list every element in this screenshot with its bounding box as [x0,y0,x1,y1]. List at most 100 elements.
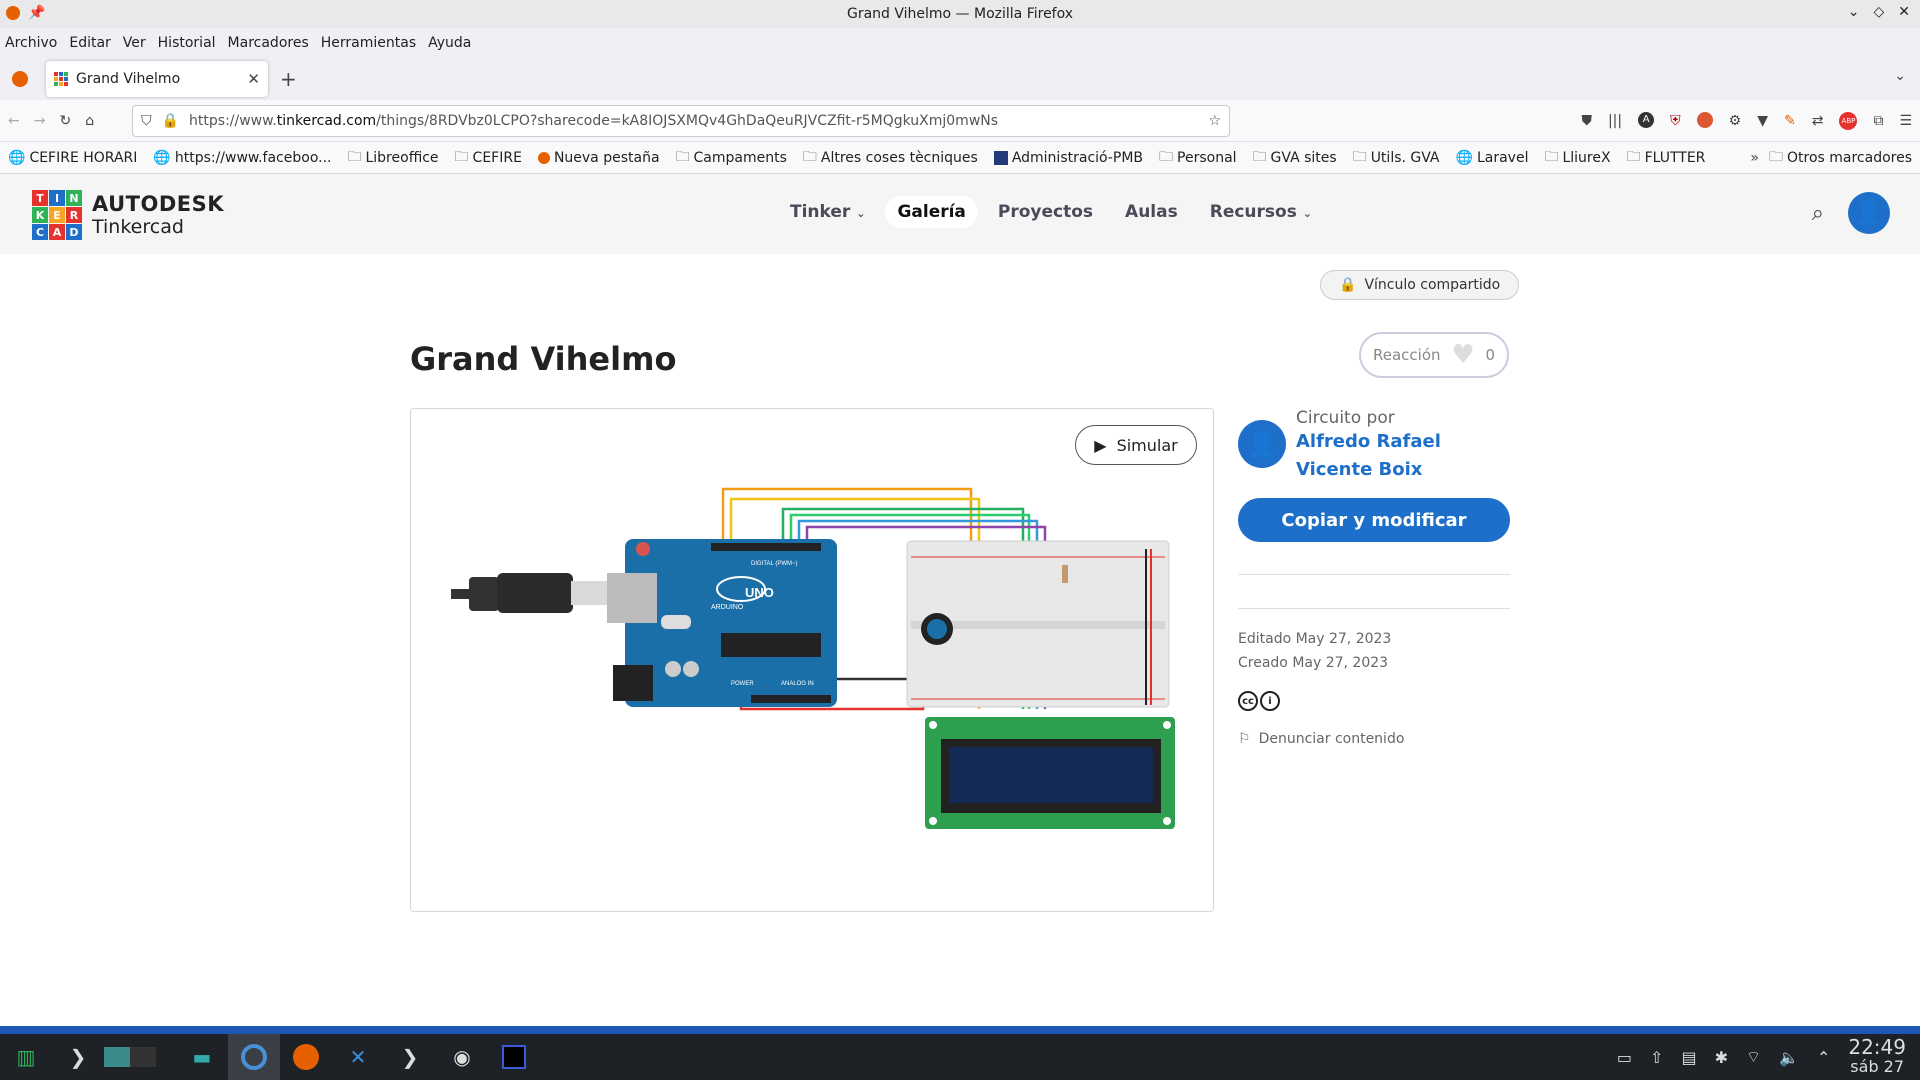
menu-herramientas[interactable]: Herramientas [321,35,416,51]
logo-letter: E [49,207,65,223]
forward-icon[interactable]: → [34,113,46,129]
list-all-tabs-icon[interactable]: ⌄ [1894,68,1906,84]
bookmark-item[interactable]: 🗀 FLUTTER [1627,146,1706,170]
pocket-icon[interactable]: ⛊ [1581,112,1592,130]
bookmark-item[interactable]: 🗀 Altres coses tècniques [803,146,978,170]
terminal-icon[interactable]: ❯ [384,1034,436,1080]
tinkercad-logo[interactable]: T I N K E R C A D AUTODESK Tinkercad [32,190,224,240]
menu-ver[interactable]: Ver [123,35,146,51]
adblock-icon[interactable]: ABP [1839,111,1858,130]
bookmark-item[interactable]: 🗀 Utils. GVA [1353,146,1440,170]
folder-icon: 🗀 [1768,148,1783,165]
reaction-button[interactable]: Reacción ♥ 0 [1359,332,1509,378]
user-avatar[interactable]: 👤 [1848,192,1890,234]
file-manager-icon[interactable]: ▬ [176,1034,228,1080]
heart-icon: ♥ [1451,340,1475,370]
nav-aulas[interactable]: Aulas [1113,196,1190,228]
tab-title: Grand Vihelmo [76,71,181,87]
bookmark-item[interactable]: 🌐 Laravel [1456,150,1529,166]
account-icon[interactable]: A [1638,111,1655,128]
shared-link-badge[interactable]: 🔒 Vínculo compartido [1320,270,1520,300]
bluetooth-icon[interactable]: ✱ [1715,1048,1728,1067]
extension-badge-icon[interactable]: ✎ [1784,112,1796,130]
search-icon[interactable]: ⌕ [1812,201,1824,226]
author-link[interactable]: Alfredo Rafael Vicente Boix [1296,428,1510,484]
app-icon[interactable]: ◉ [436,1034,488,1080]
chromium-icon[interactable] [228,1034,280,1080]
bookmark-label: GVA sites [1270,149,1337,166]
bookmark-item[interactable]: 🗀 CEFIRE [455,146,522,170]
start-menu-icon[interactable]: ▥ [0,1034,52,1080]
minimize-icon[interactable]: ⌄ [1848,4,1860,20]
terminal-icon[interactable]: ❯ [52,1034,104,1080]
close-icon[interactable]: ✕ [1898,4,1910,20]
vscode-icon[interactable]: ✕ [332,1034,384,1080]
menu-historial[interactable]: Historial [158,35,216,51]
cc-icon: cc [1238,691,1258,711]
bookmark-label: CEFIRE HORARI [29,149,138,166]
new-tab-icon[interactable]: + [280,67,297,91]
bookmark-item[interactable]: 🗀 LliureX [1544,146,1610,170]
circuit-viewer[interactable]: ▶ Simular UNO ARDUINO DIGITAL (PWM~) POW… [410,408,1214,912]
copy-and-modify-button[interactable]: Copiar y modificar [1238,498,1510,542]
tray-expand-icon[interactable]: ⌃ [1817,1048,1830,1067]
updates-icon[interactable]: ⇧ [1650,1048,1663,1067]
sync-icon[interactable]: ⇄ [1812,112,1824,130]
nav-recursos[interactable]: Recursos ⌄ [1198,196,1324,228]
other-bookmarks[interactable]: 🗀 Otros marcadores [1769,146,1912,170]
tab-close-icon[interactable]: ✕ [247,70,260,88]
bookmark-item[interactable]: 🗀 Campaments [676,146,787,170]
url-bar[interactable]: ⛉ 🔒 https://www.tinkercad.com/things/8RD… [132,104,1231,137]
menu-marcadores[interactable]: Marcadores [228,35,309,51]
firefox-taskbar-icon[interactable] [280,1034,332,1080]
extension-icon[interactable]: ⚙ [1729,112,1742,130]
menu-archivo[interactable]: Archivo [5,35,57,51]
url-text[interactable]: https://www.tinkercad.com/things/8RDVbz0… [189,113,998,129]
brand-autodesk: AUTODESK [92,192,225,216]
clock[interactable]: 22:49 sáb 27 [1848,1037,1906,1077]
workspace-switcher-icon[interactable] [104,1034,156,1080]
nav-galeria[interactable]: Galería [885,196,978,228]
pin-icon[interactable]: 📌 [28,5,45,21]
bookmark-star-icon[interactable]: ☆ [1209,113,1222,129]
author-avatar[interactable]: 👤 [1238,420,1286,468]
license-icons[interactable]: cc i [1238,691,1510,711]
tab-grand-vihelmo[interactable]: Grand Vihelmo ✕ [46,61,268,97]
bookmark-label: Libreoffice [365,149,439,166]
clipboard-icon[interactable]: ▤ [1681,1048,1696,1067]
menu-ayuda[interactable]: Ayuda [428,35,471,51]
back-icon[interactable]: ← [8,113,20,129]
bookmark-item[interactable]: 🌐 https://www.faceboo... [153,150,331,166]
nav-proyectos[interactable]: Proyectos [986,196,1105,228]
ublock-icon[interactable]: ⛨ [1670,112,1681,130]
report-content-link[interactable]: ⚐ Denunciar contenido [1238,731,1510,747]
nav-label: Tinker [790,202,851,222]
bookmark-item[interactable]: 🌐 CEFIRE HORARI [8,150,137,166]
menu-editar[interactable]: Editar [69,35,110,51]
bookmark-item[interactable]: Nueva pestaña [537,150,660,166]
firefox-view-icon[interactable] [12,71,28,87]
library-icon[interactable]: ||| [1608,112,1622,130]
volume-icon[interactable]: 🔈 [1779,1048,1799,1067]
home-icon[interactable]: ⌂ [85,113,94,129]
reload-icon[interactable]: ↻ [59,113,71,129]
bookmark-item[interactable]: Administració-PMB [993,149,1144,166]
shield-icon[interactable]: ⛉ [141,113,152,129]
bookmark-item[interactable]: 🗀 Personal [1159,146,1237,170]
bookmark-item[interactable]: 🗀 GVA sites [1253,146,1337,170]
wifi-icon[interactable]: ⌔ [1746,1047,1761,1067]
bookmark-label: Administració-PMB [1011,149,1144,166]
bookmark-item[interactable]: 🗀 Libreoffice [347,146,438,170]
intellij-icon[interactable] [488,1034,540,1080]
more-bookmarks-icon[interactable]: » [1750,146,1759,170]
downloads-icon[interactable]: ▼ [1757,112,1768,130]
extensions-icon[interactable]: ⧉ [1873,112,1883,130]
nav-tinker[interactable]: Tinker ⌄ [778,196,877,228]
show-desktop-icon[interactable]: ▭ [1617,1048,1632,1067]
maximize-icon[interactable]: ◇ [1873,4,1884,20]
duckduckgo-icon[interactable] [1696,111,1713,128]
bookmark-label: Laravel [1476,149,1529,166]
lock-icon[interactable]: 🔒 [162,113,179,129]
circuit-diagram: UNO ARDUINO DIGITAL (PWM~) POWER ANALOG … [451,487,1175,829]
app-menu-icon[interactable]: ☰ [1899,112,1912,130]
